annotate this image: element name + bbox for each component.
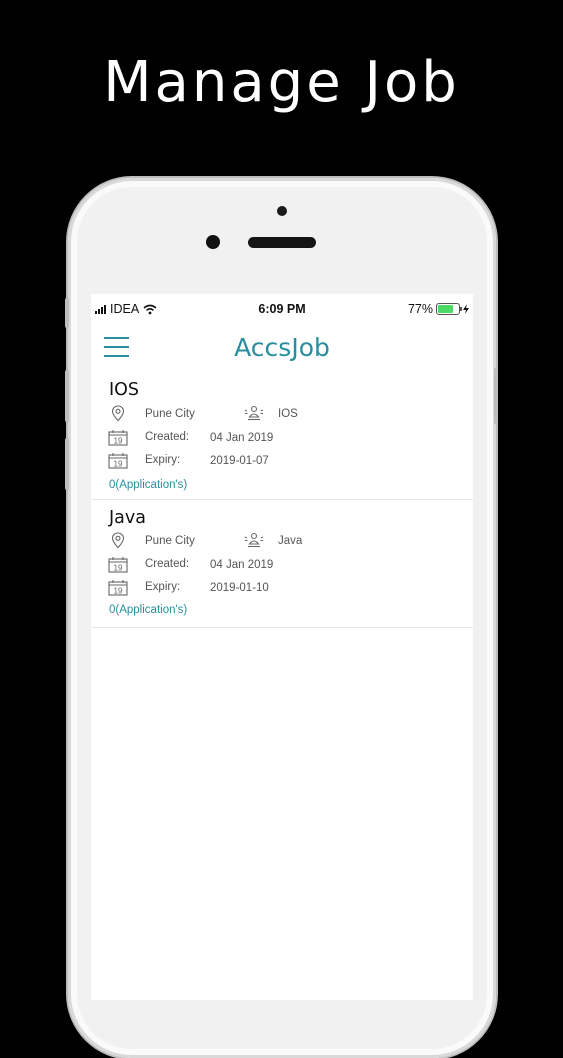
svg-text:19: 19 [114,563,123,572]
expiry-label: Expiry: [145,581,181,593]
job-title: IOS [109,380,140,400]
created-label: Created: [145,431,190,443]
created-date: 04 Jan 2019 [210,432,274,444]
mute-switch [65,298,69,328]
status-bar: IDEA 6:09 PM 77% [91,294,473,322]
created-date: 04 Jan 2019 [210,559,274,571]
battery-icon [436,303,462,315]
job-card-ios[interactable]: IOS Pune City IOS 19 Created: 04 Jan 201… [91,372,473,500]
headline: Manage Job [103,50,460,115]
applications-count-link[interactable]: 0(Application's) [109,604,187,616]
calendar-icon: 19 [108,580,128,596]
status-right: 77% [408,302,469,316]
location-pin-icon [111,532,125,549]
expiry-date: 2019-01-10 [210,582,269,594]
battery-fill [438,305,454,313]
expiry-date: 2019-01-07 [210,455,269,467]
svg-text:19: 19 [114,586,123,595]
job-title: Java [109,508,146,528]
camera-icon [277,206,287,216]
app-screen: IDEA 6:09 PM 77% AccsJob IOS Pune City I… [91,294,473,1000]
svg-text:19: 19 [114,436,123,445]
battery-percent: 77% [407,302,433,316]
charging-icon [463,304,469,314]
applications-count-link[interactable]: 0(Application's) [109,479,187,491]
calendar-icon: 19 [108,453,128,469]
power-button [494,368,498,424]
earpiece-speaker [248,237,316,248]
skill-people-icon [244,405,264,421]
svg-text:19: 19 [114,459,123,468]
job-skill: IOS [278,408,298,420]
location-pin-icon [111,405,125,422]
job-location: Pune City [145,408,195,420]
skill-people-icon [244,532,264,548]
job-card-java[interactable]: Java Pune City Java 19 Created: 04 Jan 2… [91,500,473,628]
sensor-icon [206,235,220,249]
app-title: AccsJob [234,333,330,362]
job-location: Pune City [145,535,195,547]
volume-up-button [65,370,69,422]
app-bar: AccsJob [91,324,473,372]
job-skill: Java [278,535,303,547]
volume-down-button [65,438,69,490]
calendar-icon: 19 [108,430,128,446]
created-label: Created: [145,558,190,570]
expiry-label: Expiry: [145,454,181,466]
calendar-icon: 19 [108,557,128,573]
